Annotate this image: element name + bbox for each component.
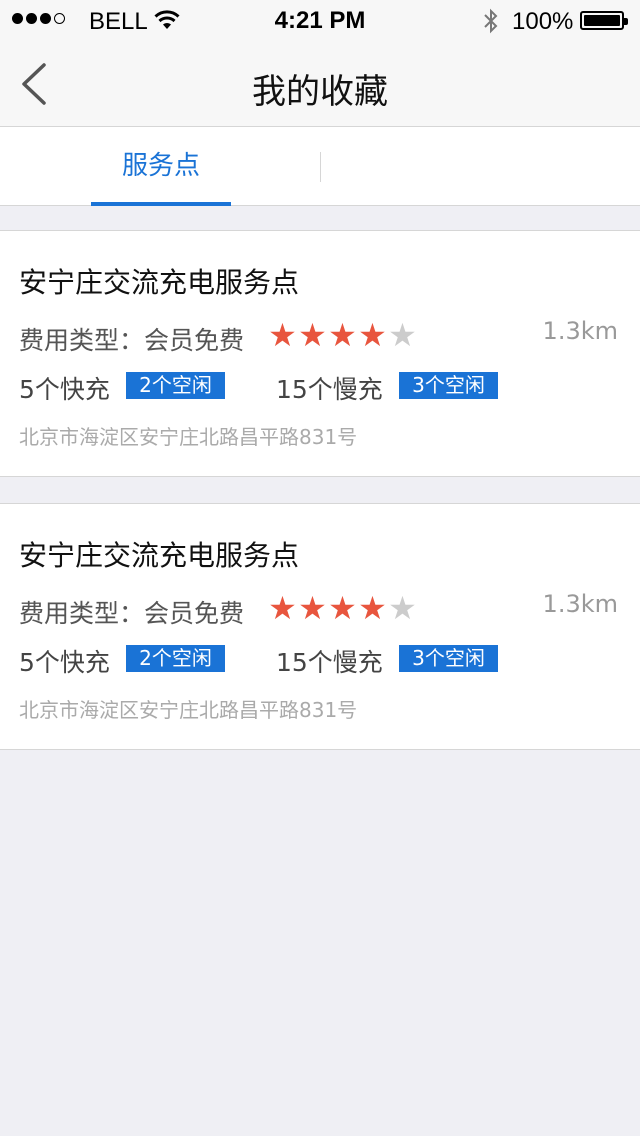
fee-type: 费用类型：会员免费 [19,326,245,355]
slow-free-badge: 3个空闲 [399,645,498,672]
tab-divider [320,152,321,182]
station-rating: ★ ★ ★ ★ ★ [268,590,417,626]
fast-charger-count: 5个快充 [19,648,110,677]
star-filled-icon: ★ [298,589,327,627]
page-title: 我的收藏 [252,72,388,112]
star-filled-icon: ★ [298,316,327,354]
star-filled-icon: ★ [268,589,297,627]
station-address: 北京市海淀区安宁庄北路昌平路831号 [19,425,358,449]
star-filled-icon: ★ [328,316,357,354]
bluetooth-icon [482,8,500,41]
slow-free-badge: 3个空闲 [399,372,498,399]
station-address: 北京市海淀区安宁庄北路昌平路831号 [19,698,358,722]
tab-service-points[interactable]: 服务点 [91,127,231,206]
star-filled-icon: ★ [268,316,297,354]
tab-active-indicator [91,202,231,206]
tab-bar: 服务点 [0,127,640,206]
station-distance: 1.3km [542,590,618,618]
star-empty-icon: ★ [388,589,417,627]
station-card[interactable]: 安宁庄交流充电服务点 费用类型：会员免费 ★ ★ ★ ★ ★ 1.3km 5个快充 2个… [0,503,640,750]
station-name: 安宁庄交流充电服务点 [19,539,300,572]
battery-percent: 100% [512,8,574,35]
slow-charger-count: 15个慢充 [276,375,383,404]
star-filled-icon: ★ [358,316,387,354]
navigation-bar: 我的收藏 [0,40,640,127]
star-filled-icon: ★ [328,589,357,627]
fast-free-badge: 2个空闲 [126,645,225,672]
station-name: 安宁庄交流充电服务点 [19,266,300,299]
battery-icon [580,11,628,30]
slow-charger-count: 15个慢充 [276,648,383,677]
fast-charger-count: 5个快充 [19,375,110,404]
station-rating: ★ ★ ★ ★ ★ [268,317,417,353]
star-filled-icon: ★ [358,589,387,627]
fee-type: 费用类型：会员免费 [19,599,245,628]
star-empty-icon: ★ [388,316,417,354]
status-bar: BELL 4:21 PM 100% [0,0,640,40]
station-card[interactable]: 安宁庄交流充电服务点 费用类型：会员免费 ★ ★ ★ ★ ★ 1.3km 5个快充 2个… [0,230,640,477]
station-distance: 1.3km [542,317,618,345]
fast-free-badge: 2个空闲 [126,372,225,399]
